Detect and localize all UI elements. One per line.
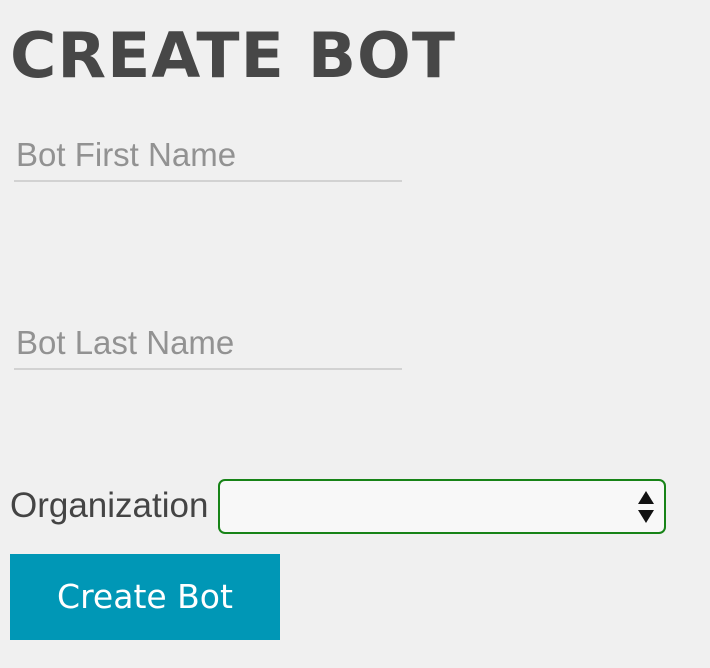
- select-updown-arrows-icon: [637, 490, 655, 524]
- bot-first-name-input[interactable]: [14, 130, 402, 182]
- arrow-up-icon: [638, 491, 654, 504]
- organization-select[interactable]: [218, 479, 666, 534]
- organization-label: Organization: [10, 486, 209, 525]
- arrow-down-icon: [638, 510, 654, 523]
- page-title: CREATE BOT: [10, 19, 456, 92]
- bot-last-name-input[interactable]: [14, 318, 402, 370]
- create-bot-button[interactable]: Create Bot: [10, 554, 280, 640]
